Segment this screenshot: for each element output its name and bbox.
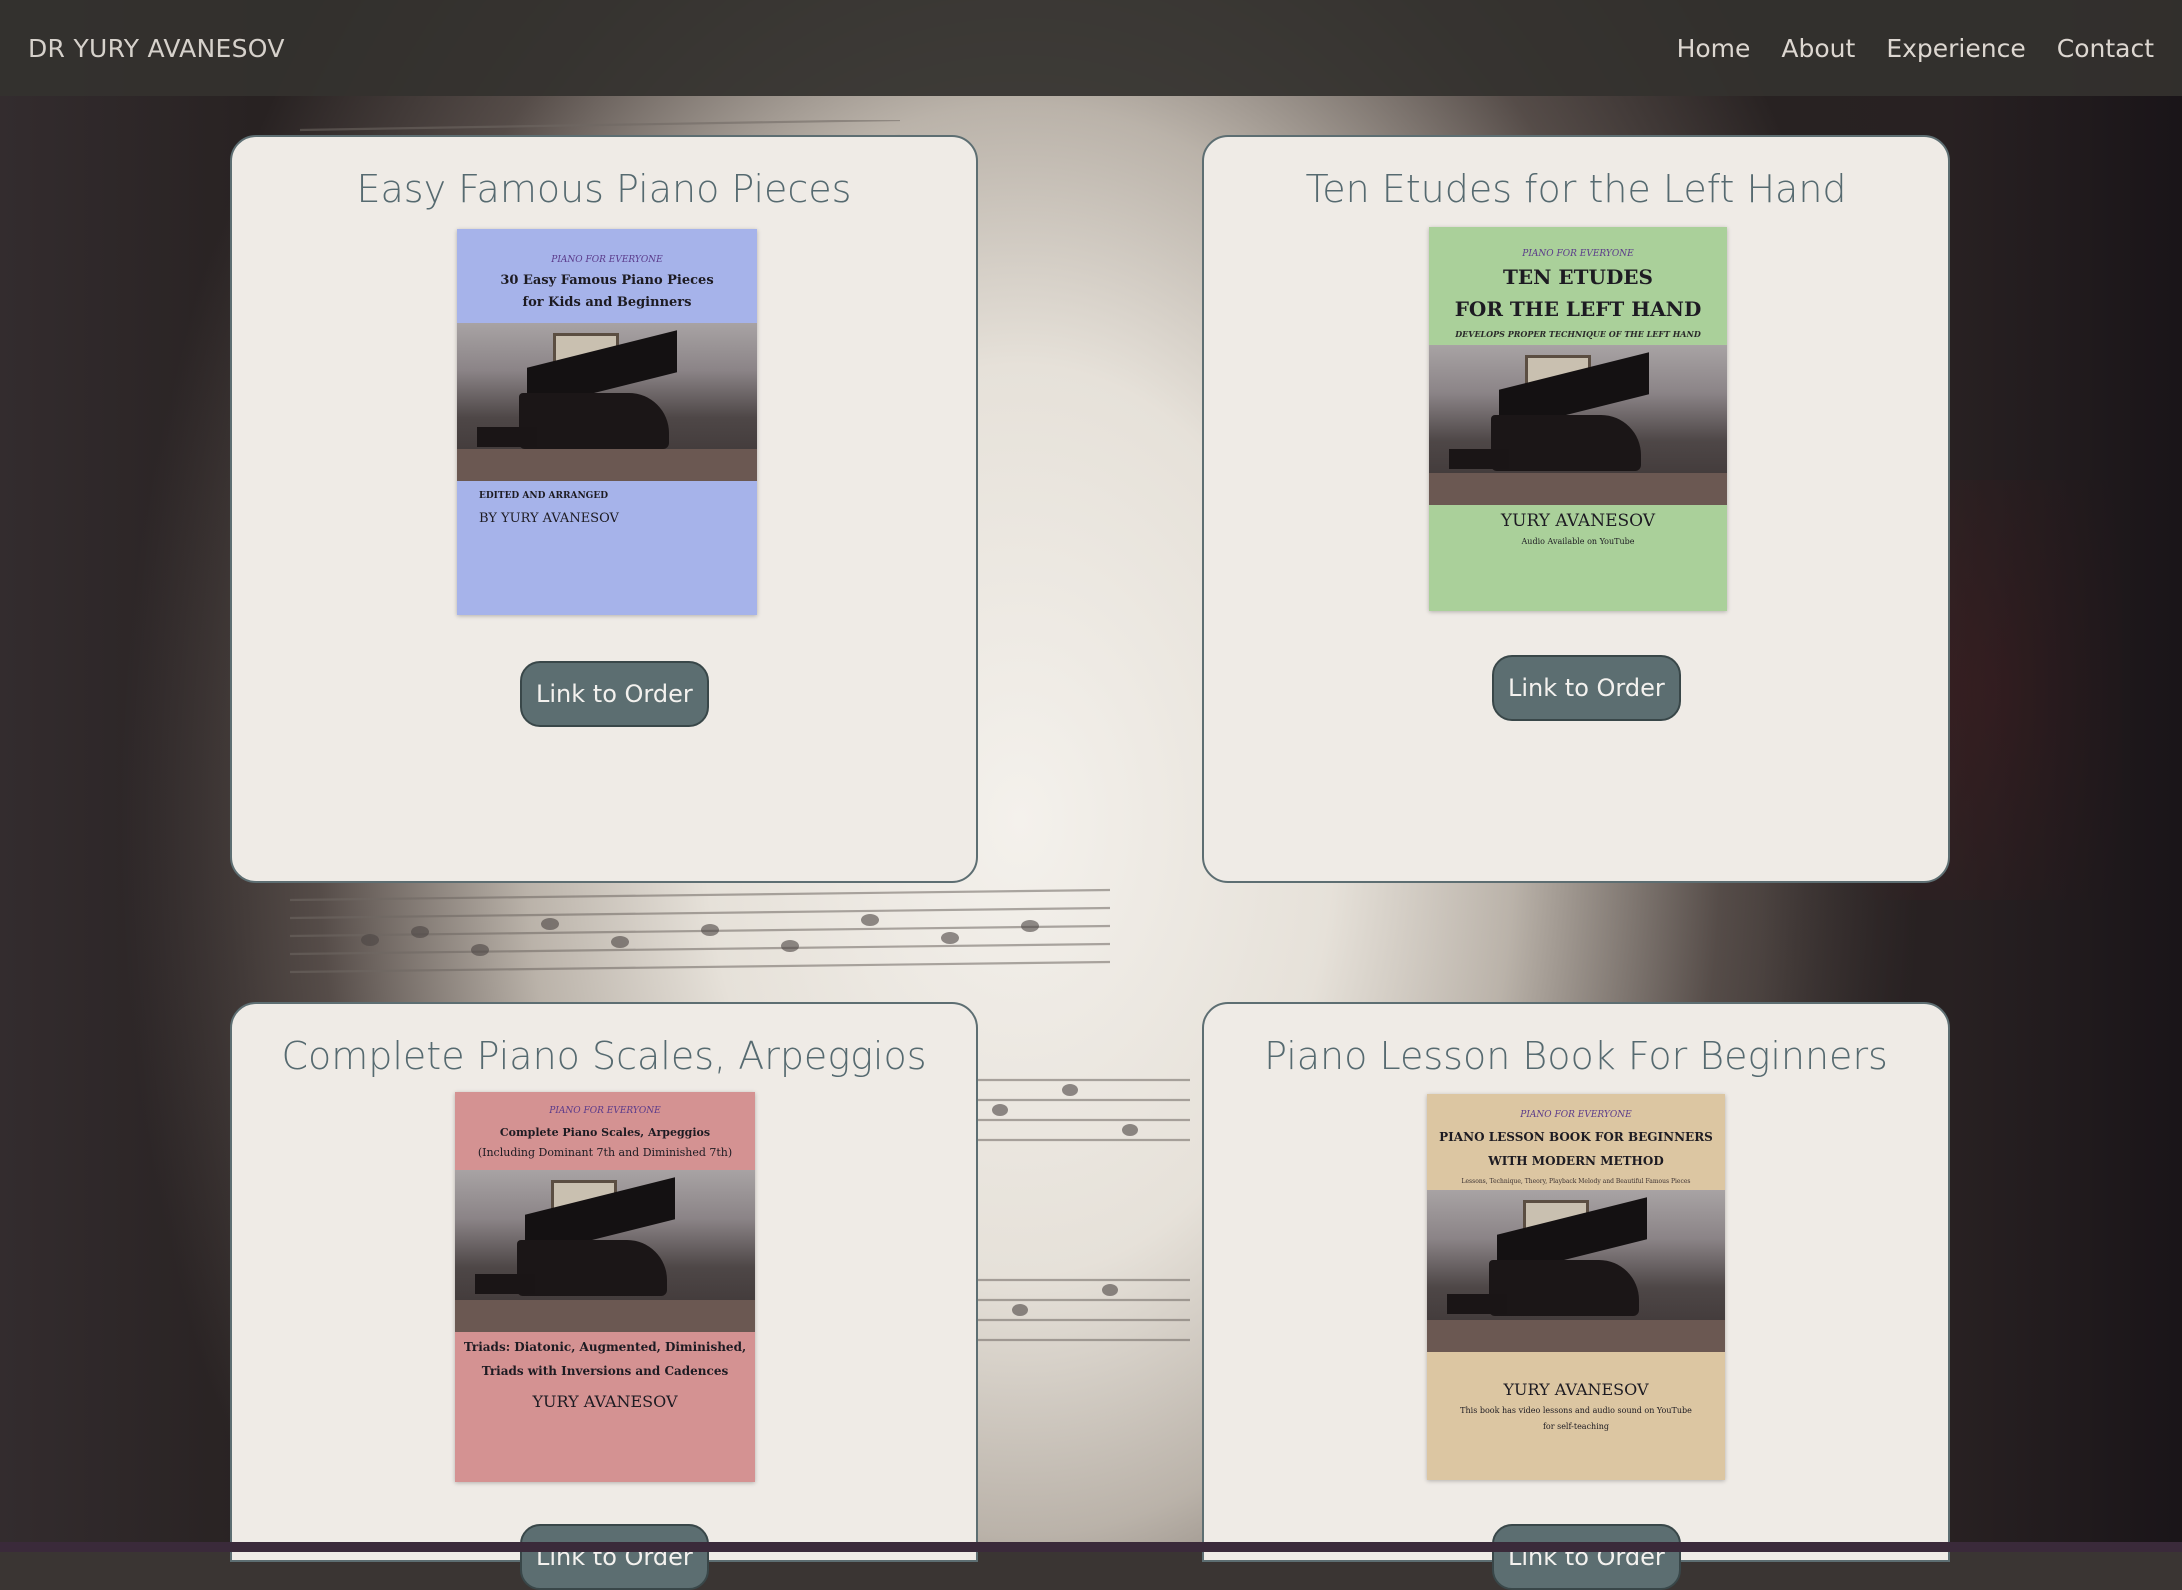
cover-title-line: (Including Dominant 7th and Diminished 7… [477,1146,733,1159]
cover-title-line: 30 Easy Famous Piano Pieces [500,273,714,288]
book-card: Complete Piano Scales, Arpeggios PIANO F… [230,1002,978,1590]
book-title: Ten Etudes for the Left Hand [1305,167,1847,211]
book-card: Easy Famous Piano Pieces PIANO FOR EVERY… [230,135,978,883]
cover-footer-line: Triads: Diatonic, Augmented, Diminished, [463,1340,747,1354]
nav-about[interactable]: About [1781,34,1855,63]
book-title: Piano Lesson Book For Beginners [1264,1034,1888,1078]
cover-subtitle: DEVELOPS PROPER TECHNIQUE OF THE LEFT HA… [1455,329,1701,339]
cover-series-text: PIANO FOR EVERYONE [549,1106,661,1116]
book-title: Complete Piano Scales, Arpeggios [281,1034,927,1078]
order-link-button[interactable]: Link to Order [1492,655,1681,721]
cover-series-text: PIANO FOR EVERYONE [1520,1110,1632,1120]
cover-author: YURY AVANESOV [532,1392,678,1411]
book-title: Easy Famous Piano Pieces [356,167,852,211]
brand-link[interactable]: DR YURY AVANESOV [28,34,285,63]
nav-experience[interactable]: Experience [1886,34,2025,63]
book-cover-image[interactable]: PIANO FOR EVERYONE Complete Piano Scales… [455,1092,755,1482]
cover-series-text: PIANO FOR EVERYONE [551,255,663,265]
main-nav: Home About Experience Contact [1677,34,2154,63]
book-cover-image[interactable]: PIANO FOR EVERYONE 30 Easy Famous Piano … [457,229,757,615]
piano-photo [1427,1190,1725,1352]
cover-footer-line: This book has video lessons and audio so… [1460,1406,1692,1415]
piano-photo [1429,345,1727,505]
book-card: Piano Lesson Book For Beginners PIANO FO… [1202,1002,1950,1590]
music-staff-decoration [290,888,1110,974]
nav-home[interactable]: Home [1677,34,1751,63]
nav-contact[interactable]: Contact [2057,34,2154,63]
cover-title-line: FOR THE LEFT HAND [1454,297,1702,321]
cover-footer-line: for self-teaching [1542,1422,1610,1431]
book-cover-image[interactable]: PIANO FOR EVERYONE PIANO LESSON BOOK FOR… [1427,1094,1725,1480]
piano-photo [457,323,757,481]
cover-author: YURY AVANESOV [1500,511,1656,531]
order-link-button[interactable]: Link to Order [520,661,709,727]
cover-footer-line: Triads with Inversions and Cadences [481,1364,729,1378]
cover-title-line: WITH MODERN METHOD [1488,1154,1664,1168]
order-link-button[interactable]: Link to Order [1492,1524,1681,1590]
top-navbar: DR YURY AVANESOV Home About Experience C… [0,0,2182,96]
cover-subtitle: Lessons, Technique, Theory, Playback Mel… [1461,1178,1691,1185]
music-staff-decoration [960,1078,1190,1342]
order-link-button[interactable]: Link to Order [520,1524,709,1590]
page-bottom-edge [0,1542,2182,1552]
cover-title-line: PIANO LESSON BOOK FOR BEGINNERS [1439,1130,1713,1144]
book-card: Ten Etudes for the Left Hand PIANO FOR E… [1202,135,1950,883]
book-cover-image[interactable]: PIANO FOR EVERYONE TEN ETUDES FOR THE LE… [1429,227,1727,611]
cover-footer-line: Audio Available on YouTube [1521,537,1635,546]
cover-series-text: PIANO FOR EVERYONE [1522,249,1634,259]
piano-photo [455,1170,755,1332]
cover-author: BY YURY AVANESOV [479,511,619,526]
cover-title-line: Complete Piano Scales, Arpeggios [499,1126,711,1139]
cover-title-line: for Kids and Beginners [522,295,692,310]
cover-footer-line: EDITED AND ARRANGED [479,491,609,501]
cover-title-line: TEN ETUDES [1503,265,1653,289]
cover-author: YURY AVANESOV [1503,1380,1649,1399]
